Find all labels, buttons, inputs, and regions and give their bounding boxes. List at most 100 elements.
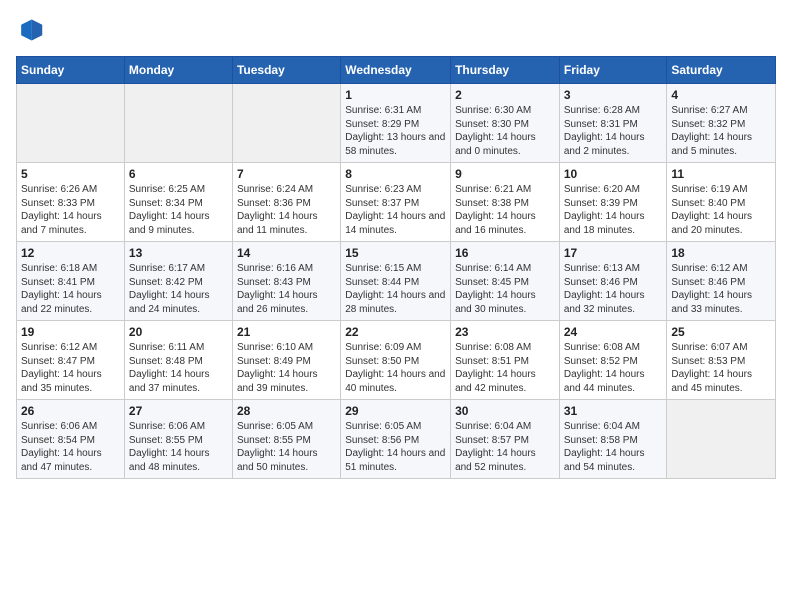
calendar-cell: 23 Sunrise: 6:08 AM Sunset: 8:51 PM Dayli…	[451, 321, 560, 400]
calendar-cell	[124, 84, 232, 163]
day-number: 6	[129, 167, 228, 181]
calendar-week-row: 19 Sunrise: 6:12 AM Sunset: 8:47 PM Dayli…	[17, 321, 776, 400]
calendar-cell	[667, 400, 776, 479]
day-info: Sunrise: 6:12 AM Sunset: 8:47 PM Dayligh…	[21, 341, 120, 395]
calendar-cell: 17 Sunrise: 6:13 AM Sunset: 8:46 PM Dayli…	[559, 242, 667, 321]
day-info: Sunrise: 6:11 AM Sunset: 8:48 PM Dayligh…	[129, 341, 228, 395]
day-number: 7	[237, 167, 336, 181]
day-info: Sunrise: 6:30 AM Sunset: 8:30 PM Dayligh…	[455, 104, 555, 158]
day-info: Sunrise: 6:31 AM Sunset: 8:29 PM Dayligh…	[345, 104, 446, 158]
calendar-cell: 10 Sunrise: 6:20 AM Sunset: 8:39 PM Dayli…	[559, 163, 667, 242]
header-tuesday: Tuesday	[232, 57, 340, 84]
day-number: 4	[671, 88, 771, 102]
day-number: 26	[21, 404, 120, 418]
day-info: Sunrise: 6:14 AM Sunset: 8:45 PM Dayligh…	[455, 262, 555, 316]
day-info: Sunrise: 6:26 AM Sunset: 8:33 PM Dayligh…	[21, 183, 120, 237]
calendar-cell: 1Sunrise: 6:31 AM Sunset: 8:29 PM Daylig…	[341, 84, 451, 163]
logo-icon	[16, 16, 44, 44]
day-number: 16	[455, 246, 555, 260]
calendar-cell: 31 Sunrise: 6:04 AM Sunset: 8:58 PM Dayli…	[559, 400, 667, 479]
day-number: 9	[455, 167, 555, 181]
day-number: 11	[671, 167, 771, 181]
calendar-cell	[232, 84, 340, 163]
day-number: 8	[345, 167, 446, 181]
day-number: 15	[345, 246, 446, 260]
day-number: 17	[564, 246, 663, 260]
day-info: Sunrise: 6:08 AM Sunset: 8:52 PM Dayligh…	[564, 341, 663, 395]
day-number: 14	[237, 246, 336, 260]
calendar-week-row: 26 Sunrise: 6:06 AM Sunset: 8:54 PM Dayli…	[17, 400, 776, 479]
day-info: Sunrise: 6:25 AM Sunset: 8:34 PM Dayligh…	[129, 183, 228, 237]
day-info: Sunrise: 6:13 AM Sunset: 8:46 PM Dayligh…	[564, 262, 663, 316]
calendar-cell	[17, 84, 125, 163]
calendar-cell: 11 Sunrise: 6:19 AM Sunset: 8:40 PM Dayli…	[667, 163, 776, 242]
calendar-cell: 13 Sunrise: 6:17 AM Sunset: 8:42 PM Dayli…	[124, 242, 232, 321]
day-number: 13	[129, 246, 228, 260]
day-number: 3	[564, 88, 663, 102]
calendar-cell: 22Sunrise: 6:09 AM Sunset: 8:50 PM Dayli…	[341, 321, 451, 400]
calendar-cell: 4Sunrise: 6:27 AM Sunset: 8:32 PM Daylig…	[667, 84, 776, 163]
header-sunday: Sunday	[17, 57, 125, 84]
day-info: Sunrise: 6:15 AM Sunset: 8:44 PM Dayligh…	[345, 262, 446, 316]
calendar-cell: 12Sunrise: 6:18 AM Sunset: 8:41 PM Dayli…	[17, 242, 125, 321]
calendar-header-row: SundayMondayTuesdayWednesdayThursdayFrid…	[17, 57, 776, 84]
calendar-cell: 28 Sunrise: 6:05 AM Sunset: 8:55 PM Dayli…	[232, 400, 340, 479]
day-info: Sunrise: 6:12 AM Sunset: 8:46 PM Dayligh…	[671, 262, 771, 316]
header	[16, 16, 776, 44]
day-info: Sunrise: 6:05 AM Sunset: 8:55 PM Dayligh…	[237, 420, 336, 474]
day-number: 25	[671, 325, 771, 339]
day-info: Sunrise: 6:10 AM Sunset: 8:49 PM Dayligh…	[237, 341, 336, 395]
day-info: Sunrise: 6:06 AM Sunset: 8:54 PM Dayligh…	[21, 420, 120, 474]
day-info: Sunrise: 6:24 AM Sunset: 8:36 PM Dayligh…	[237, 183, 336, 237]
calendar-week-row: 12Sunrise: 6:18 AM Sunset: 8:41 PM Dayli…	[17, 242, 776, 321]
day-info: Sunrise: 6:04 AM Sunset: 8:57 PM Dayligh…	[455, 420, 555, 474]
calendar-cell: 27 Sunrise: 6:06 AM Sunset: 8:55 PM Dayli…	[124, 400, 232, 479]
calendar-table: SundayMondayTuesdayWednesdayThursdayFrid…	[16, 56, 776, 479]
day-number: 23	[455, 325, 555, 339]
calendar-cell: 8 Sunrise: 6:23 AM Sunset: 8:37 PM Daylig…	[341, 163, 451, 242]
day-info: Sunrise: 6:23 AM Sunset: 8:37 PM Dayligh…	[345, 183, 446, 237]
logo	[16, 16, 48, 44]
day-number: 20	[129, 325, 228, 339]
day-number: 29	[345, 404, 446, 418]
day-info: Sunrise: 6:17 AM Sunset: 8:42 PM Dayligh…	[129, 262, 228, 316]
calendar-cell: 24 Sunrise: 6:08 AM Sunset: 8:52 PM Dayli…	[559, 321, 667, 400]
header-monday: Monday	[124, 57, 232, 84]
calendar-cell: 6 Sunrise: 6:25 AM Sunset: 8:34 PM Daylig…	[124, 163, 232, 242]
day-info: Sunrise: 6:20 AM Sunset: 8:39 PM Dayligh…	[564, 183, 663, 237]
calendar-cell: 18 Sunrise: 6:12 AM Sunset: 8:46 PM Dayli…	[667, 242, 776, 321]
day-number: 30	[455, 404, 555, 418]
day-number: 21	[237, 325, 336, 339]
day-info: Sunrise: 6:28 AM Sunset: 8:31 PM Dayligh…	[564, 104, 663, 158]
calendar-week-row: 5Sunrise: 6:26 AM Sunset: 8:33 PM Daylig…	[17, 163, 776, 242]
day-info: Sunrise: 6:21 AM Sunset: 8:38 PM Dayligh…	[455, 183, 555, 237]
day-number: 27	[129, 404, 228, 418]
calendar-cell: 15 Sunrise: 6:15 AM Sunset: 8:44 PM Dayli…	[341, 242, 451, 321]
day-number: 18	[671, 246, 771, 260]
calendar-cell: 3 Sunrise: 6:28 AM Sunset: 8:31 PM Daylig…	[559, 84, 667, 163]
day-info: Sunrise: 6:04 AM Sunset: 8:58 PM Dayligh…	[564, 420, 663, 474]
day-info: Sunrise: 6:19 AM Sunset: 8:40 PM Dayligh…	[671, 183, 771, 237]
header-wednesday: Wednesday	[341, 57, 451, 84]
header-thursday: Thursday	[451, 57, 560, 84]
day-info: Sunrise: 6:07 AM Sunset: 8:53 PM Dayligh…	[671, 341, 771, 395]
day-number: 31	[564, 404, 663, 418]
day-number: 10	[564, 167, 663, 181]
day-info: Sunrise: 6:06 AM Sunset: 8:55 PM Dayligh…	[129, 420, 228, 474]
calendar-week-row: 1Sunrise: 6:31 AM Sunset: 8:29 PM Daylig…	[17, 84, 776, 163]
calendar-cell: 5Sunrise: 6:26 AM Sunset: 8:33 PM Daylig…	[17, 163, 125, 242]
calendar-cell: 26 Sunrise: 6:06 AM Sunset: 8:54 PM Dayli…	[17, 400, 125, 479]
calendar-cell: 19 Sunrise: 6:12 AM Sunset: 8:47 PM Dayli…	[17, 321, 125, 400]
header-saturday: Saturday	[667, 57, 776, 84]
day-number: 19	[21, 325, 120, 339]
calendar-cell: 25 Sunrise: 6:07 AM Sunset: 8:53 PM Dayli…	[667, 321, 776, 400]
header-friday: Friday	[559, 57, 667, 84]
day-number: 24	[564, 325, 663, 339]
day-info: Sunrise: 6:08 AM Sunset: 8:51 PM Dayligh…	[455, 341, 555, 395]
calendar-cell: 2Sunrise: 6:30 AM Sunset: 8:30 PM Daylig…	[451, 84, 560, 163]
calendar-cell: 9 Sunrise: 6:21 AM Sunset: 8:38 PM Daylig…	[451, 163, 560, 242]
day-number: 28	[237, 404, 336, 418]
calendar-cell: 29Sunrise: 6:05 AM Sunset: 8:56 PM Dayli…	[341, 400, 451, 479]
calendar-cell: 20 Sunrise: 6:11 AM Sunset: 8:48 PM Dayli…	[124, 321, 232, 400]
calendar-cell: 14Sunrise: 6:16 AM Sunset: 8:43 PM Dayli…	[232, 242, 340, 321]
